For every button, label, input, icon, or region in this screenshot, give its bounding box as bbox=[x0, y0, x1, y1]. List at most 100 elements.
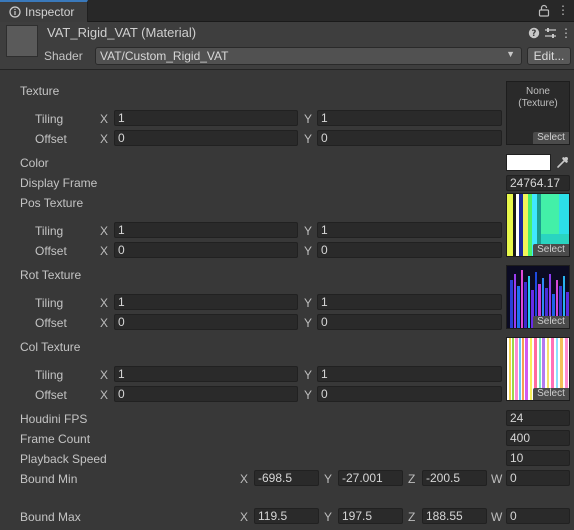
axis-x-label: X bbox=[100, 296, 109, 310]
texture-tiling-x-field[interactable]: 1 bbox=[114, 110, 298, 126]
axis-y-label: Y bbox=[304, 388, 313, 402]
rot-offset-y-field[interactable]: 0 bbox=[317, 314, 502, 330]
axis-y-label: Y bbox=[324, 510, 333, 524]
pos-tiling-y-field[interactable]: 1 bbox=[317, 222, 502, 238]
kebab-menu-icon[interactable]: ⋮ bbox=[556, 2, 570, 18]
header-kebab-menu-icon[interactable]: ⋮ bbox=[559, 26, 573, 40]
bound-max-x-field[interactable]: 119.5 bbox=[254, 508, 319, 524]
rot-tiling-x-field[interactable]: 1 bbox=[114, 294, 298, 310]
texture-offset-y-field[interactable]: 0 bbox=[317, 130, 502, 146]
axis-y-label: Y bbox=[304, 132, 313, 146]
eyedropper-icon[interactable] bbox=[555, 154, 569, 170]
houdini-fps-label: Houdini FPS bbox=[20, 412, 88, 426]
axis-y-label: Y bbox=[324, 472, 333, 486]
axis-y-label: Y bbox=[304, 296, 313, 310]
axis-x-label: X bbox=[100, 132, 109, 146]
axis-x-label: X bbox=[100, 224, 109, 238]
rot-tiling-y-field[interactable]: 1 bbox=[317, 294, 502, 310]
presets-icon[interactable] bbox=[544, 27, 557, 39]
rot-texture-select-button[interactable]: Select bbox=[533, 316, 569, 328]
info-icon bbox=[9, 6, 21, 18]
playback-speed-label: Playback Speed bbox=[20, 452, 107, 466]
chevron-down-icon: ▼ bbox=[506, 49, 515, 59]
lock-icon[interactable] bbox=[538, 4, 550, 17]
axis-w-label: W bbox=[491, 472, 503, 486]
material-title: VAT_Rigid_VAT (Material) bbox=[47, 25, 197, 40]
bound-max-z-field[interactable]: 188.55 bbox=[422, 508, 487, 524]
col-offset-y-field[interactable]: 0 bbox=[317, 386, 502, 402]
bound-min-z-field[interactable]: -200.5 bbox=[422, 470, 487, 486]
col-tiling-x-field[interactable]: 1 bbox=[114, 366, 298, 382]
playback-speed-field[interactable]: 10 bbox=[506, 450, 570, 466]
rot-texture-label: Rot Texture bbox=[20, 268, 82, 282]
material-header: VAT_Rigid_VAT (Material) ? ⋮ Shader VAT/… bbox=[0, 22, 574, 70]
texture-tiling-label: Tiling bbox=[35, 112, 64, 126]
texture-tiling-y-field[interactable]: 1 bbox=[317, 110, 502, 126]
display-frame-field[interactable]: 24764.17 bbox=[506, 175, 570, 191]
material-preview-thumbnail[interactable] bbox=[6, 25, 38, 57]
texture-offset-x-field[interactable]: 0 bbox=[114, 130, 298, 146]
pos-texture-label: Pos Texture bbox=[20, 196, 84, 210]
axis-z-label: Z bbox=[408, 510, 416, 524]
axis-y-label: Y bbox=[304, 112, 313, 126]
axis-y-label: Y bbox=[304, 224, 313, 238]
bound-min-label: Bound Min bbox=[20, 472, 78, 486]
axis-x-label: X bbox=[100, 112, 109, 126]
col-tiling-y-field[interactable]: 1 bbox=[317, 366, 502, 382]
texture-offset-label: Offset bbox=[35, 132, 67, 146]
col-offset-label: Offset bbox=[35, 388, 67, 402]
axis-y-label: Y bbox=[304, 316, 313, 330]
bound-max-label: Bound Max bbox=[20, 510, 81, 524]
axis-x-label: X bbox=[240, 472, 249, 486]
axis-x-label: X bbox=[100, 388, 109, 402]
axis-y-label: Y bbox=[304, 368, 313, 382]
pos-tiling-label: Tiling bbox=[35, 224, 64, 238]
rot-texture-slot[interactable]: Select bbox=[506, 265, 570, 329]
bound-min-y-field[interactable]: -27.001 bbox=[338, 470, 403, 486]
shader-dropdown[interactable]: VAT/Custom_Rigid_VAT ▼ bbox=[95, 47, 522, 65]
tab-inspector[interactable]: Inspector bbox=[0, 0, 88, 22]
axis-y-label: Y bbox=[304, 244, 313, 258]
pos-offset-label: Offset bbox=[35, 244, 67, 258]
axis-z-label: Z bbox=[408, 472, 416, 486]
axis-x-label: X bbox=[100, 244, 109, 258]
bound-min-x-field[interactable]: -698.5 bbox=[254, 470, 319, 486]
rot-tiling-label: Tiling bbox=[35, 296, 64, 310]
pos-texture-select-button[interactable]: Select bbox=[533, 244, 569, 256]
color-label: Color bbox=[20, 156, 49, 170]
houdini-fps-field[interactable]: 24 bbox=[506, 410, 570, 426]
frame-count-field[interactable]: 400 bbox=[506, 430, 570, 446]
display-frame-label: Display Frame bbox=[20, 176, 98, 190]
pos-offset-y-field[interactable]: 0 bbox=[317, 242, 502, 258]
rot-offset-label: Offset bbox=[35, 316, 67, 330]
texture-select-button[interactable]: Select bbox=[533, 132, 569, 144]
shader-value: VAT/Custom_Rigid_VAT bbox=[100, 49, 229, 63]
frame-count-label: Frame Count bbox=[20, 432, 91, 446]
axis-x-label: X bbox=[100, 368, 109, 382]
edit-shader-button[interactable]: Edit... bbox=[527, 47, 571, 65]
texture-none-text: None (Texture) bbox=[518, 86, 558, 109]
texture-slot[interactable]: None (Texture) Select bbox=[506, 81, 570, 145]
tab-label: Inspector bbox=[25, 5, 75, 19]
col-tiling-label: Tiling bbox=[35, 368, 64, 382]
color-swatch[interactable] bbox=[506, 154, 551, 171]
pos-offset-x-field[interactable]: 0 bbox=[114, 242, 298, 258]
col-texture-select-button[interactable]: Select bbox=[533, 388, 569, 400]
rot-offset-x-field[interactable]: 0 bbox=[114, 314, 298, 330]
pos-texture-slot[interactable]: Select bbox=[506, 193, 570, 257]
texture-label: Texture bbox=[20, 84, 60, 98]
axis-x-label: X bbox=[240, 510, 249, 524]
axis-x-label: X bbox=[100, 316, 109, 330]
bound-max-w-field[interactable]: 0 bbox=[506, 508, 570, 524]
axis-w-label: W bbox=[491, 510, 503, 524]
help-icon[interactable]: ? bbox=[528, 27, 540, 39]
col-texture-slot[interactable]: Select bbox=[506, 337, 570, 401]
bound-min-w-field[interactable]: 0 bbox=[506, 470, 570, 486]
shader-label: Shader bbox=[44, 49, 83, 63]
col-texture-label: Col Texture bbox=[20, 340, 81, 354]
tab-bar: Inspector ⋮ bbox=[0, 0, 574, 22]
pos-tiling-x-field[interactable]: 1 bbox=[114, 222, 298, 238]
bound-max-y-field[interactable]: 197.5 bbox=[338, 508, 403, 524]
svg-text:?: ? bbox=[532, 29, 537, 39]
col-offset-x-field[interactable]: 0 bbox=[114, 386, 298, 402]
